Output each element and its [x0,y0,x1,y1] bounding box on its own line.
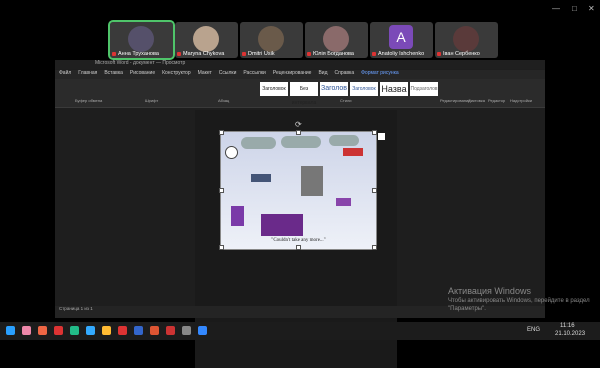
cloud [329,135,359,146]
participant-video [193,26,219,52]
style-no-spacing[interactable]: Без интервала [290,82,318,106]
selected-image[interactable]: "Couldn't take any more..." [219,130,377,250]
character-illustration [251,174,271,182]
group-clipboard: Буфер обмена [75,98,103,103]
activation-line2: "Параметры". [448,306,486,312]
resize-handle[interactable] [219,130,224,135]
participant-video [128,26,154,52]
pdf-icon[interactable] [54,326,63,335]
participant-tile[interactable]: Dmitri Usik [240,22,303,58]
edge-icon[interactable] [86,326,95,335]
window-title: Microsoft Word - документ — Просмотр [95,60,186,66]
resize-handle[interactable] [219,245,224,250]
title-bar: Microsoft Word - документ — Просмотр [55,60,545,69]
tab-view[interactable]: Вид [318,70,327,76]
group-addins: Надстройки [510,98,532,103]
sofa-illustration [261,214,303,236]
tab-layout[interactable]: Макет [198,70,212,76]
participant-tile[interactable]: A Anatoliy Ishchenko [370,22,433,58]
group-paragraph: Абзац [218,98,230,103]
app-icon[interactable] [38,326,47,335]
close-icon[interactable]: ✕ [588,4,595,13]
mic-off-icon [177,52,181,56]
clock-icon [225,146,238,159]
style-heading2[interactable]: Заголовок [350,82,378,96]
participant-tile[interactable]: Maryna Chykova [175,22,238,58]
tab-review[interactable]: Рецензирование [273,70,312,76]
tab-mailings[interactable]: Рассылки [243,70,265,76]
participant-tile[interactable]: Іван Сербенко [435,22,498,58]
door-illustration [231,206,244,226]
minimize-icon[interactable]: — [552,4,560,13]
tab-references[interactable]: Ссылки [219,70,237,76]
participant-tile[interactable]: Юлія Богданова [305,22,368,58]
word-icon[interactable] [134,326,143,335]
app-icon[interactable] [118,326,127,335]
bed-illustration [336,198,351,206]
language-indicator[interactable]: ENG [527,327,540,333]
app-icon[interactable] [22,326,31,335]
participant-name: Anatoliy Ishchenko [372,51,424,57]
app-icon[interactable] [182,326,191,335]
taskbar: ENG 11:16 21.10.2023 [0,322,600,340]
tab-draw[interactable]: Рисование [130,70,155,76]
group-dictate: Диктовка [468,98,485,103]
cloud [241,137,276,149]
resize-handle[interactable] [372,188,377,193]
participant-avatar: A [389,25,413,49]
cloud [281,136,321,148]
group-editing: Редактирование [440,98,471,103]
clock-time[interactable]: 11:16 [560,323,575,329]
bus-illustration [343,148,363,156]
tab-home[interactable]: Главная [78,70,97,76]
folder-icon[interactable] [102,326,111,335]
zoom-icon[interactable] [198,326,207,335]
app-icon[interactable] [166,326,175,335]
rotate-handle-icon[interactable]: ⟳ [295,120,302,129]
participant-name: Іван Сербенко [437,51,480,57]
maximize-icon[interactable]: □ [572,4,577,13]
clock-date[interactable]: 21.10.2023 [555,331,585,337]
participant-name: Анна Труханова [112,51,159,57]
participant-video [323,26,349,52]
style-title[interactable]: Назва [380,82,408,96]
participant-name: Maryna Chykova [177,51,224,57]
activation-title: Активация Windows [448,286,531,296]
group-font: Шрифт [145,98,159,103]
resize-handle[interactable] [372,245,377,250]
mic-off-icon [112,52,116,56]
image-caption: "Couldn't take any more..." [271,238,326,243]
style-heading1[interactable]: Заголов [320,82,348,96]
ribbon-tabs: Файл Главная Вставка Рисование Конструктор Ма… [55,70,545,79]
resize-handle[interactable] [219,188,224,193]
participant-tile[interactable]: Анна Труханова [108,20,175,60]
participant-video [258,26,284,52]
mic-off-icon [307,52,311,56]
style-subtitle[interactable]: Подзаголов [410,82,438,96]
layout-options-icon[interactable] [378,133,385,140]
tab-picture-format[interactable]: Формат рисунка [361,70,399,76]
page-count: Страница 1 из 1 [59,306,93,311]
powerpoint-icon[interactable] [150,326,159,335]
resize-handle[interactable] [372,130,377,135]
mic-off-icon [372,52,376,56]
participant-video [453,26,479,52]
resize-handle[interactable] [296,130,301,135]
tab-file[interactable]: Файл [59,70,71,76]
tab-design[interactable]: Конструктор [162,70,191,76]
resize-handle[interactable] [296,245,301,250]
group-editor: Редактор [488,98,506,103]
start-icon[interactable] [6,326,15,335]
mic-off-icon [437,52,441,56]
mic-off-icon [242,52,246,56]
style-normal[interactable]: Заголовок [260,82,288,96]
window-illustration [301,166,323,196]
browser-icon[interactable] [70,326,79,335]
group-styles: Стили [340,98,352,103]
participant-name: Dmitri Usik [242,51,275,57]
tab-help[interactable]: Справка [335,70,355,76]
tab-insert[interactable]: Вставка [104,70,123,76]
activation-line1: Чтобы активировать Windows, перейдите в … [448,298,590,304]
participant-name: Юлія Богданова [307,51,354,57]
